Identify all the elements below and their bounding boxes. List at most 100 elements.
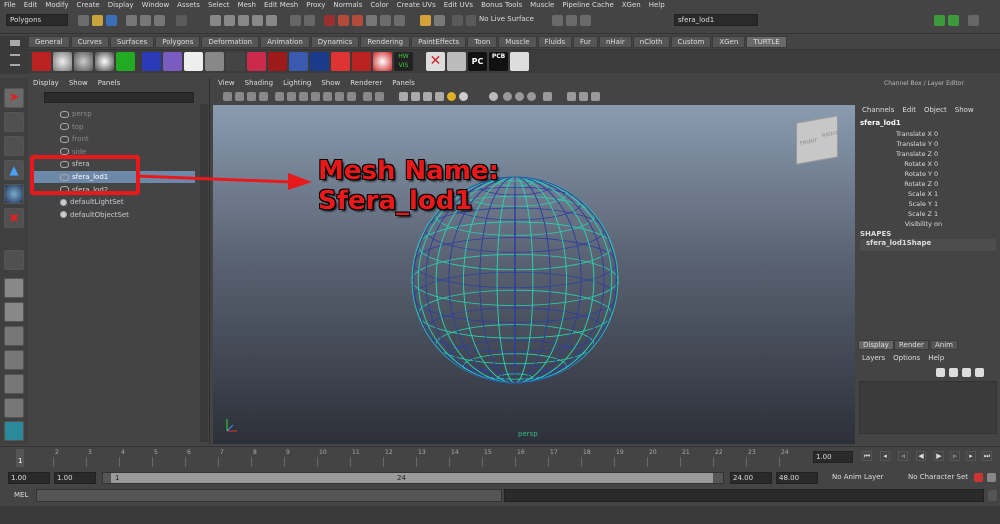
outliner-search-field[interactable] — [44, 92, 194, 103]
gate-mask-icon[interactable] — [311, 92, 320, 101]
motion-blur-icon[interactable] — [503, 92, 512, 101]
playback-end-field[interactable]: 24.00 — [730, 472, 772, 484]
menu-xgen[interactable]: XGen — [618, 0, 645, 12]
channel-value[interactable]: on — [932, 220, 960, 228]
channel-box-menu-channels[interactable]: Channels — [858, 106, 898, 114]
menu-window[interactable]: Window — [138, 0, 174, 12]
shelf-grid-blue-icon[interactable] — [142, 52, 161, 71]
auto-key-icon[interactable] — [974, 473, 983, 482]
shadows-icon[interactable] — [459, 92, 468, 101]
shelf-tab-painteffects[interactable]: PaintEffects — [411, 36, 467, 48]
last-tool-icon[interactable] — [4, 250, 24, 270]
hud-icon[interactable] — [567, 92, 576, 101]
shelf-pink-icon[interactable] — [247, 52, 266, 71]
shelf-dark-icon[interactable] — [226, 52, 245, 71]
layer-tab-anim[interactable]: Anim — [930, 340, 958, 350]
channel-row[interactable]: Scale Z1 — [860, 210, 960, 220]
snap-view-icon[interactable] — [252, 15, 263, 26]
wireframe-icon[interactable] — [363, 92, 372, 101]
playback-start-field[interactable]: 1.00 — [54, 472, 96, 484]
tool-settings-icon[interactable] — [948, 15, 959, 26]
menu-color[interactable]: Color — [366, 0, 392, 12]
shelf-dots-icon[interactable] — [184, 52, 203, 71]
safe-title-icon[interactable] — [347, 92, 356, 101]
shelf-sphere-shaded-icon[interactable] — [74, 52, 93, 71]
bookmark-icon[interactable] — [247, 92, 256, 101]
outliner-item-front[interactable]: front — [30, 133, 195, 145]
xray-components-icon[interactable] — [435, 92, 444, 101]
shelf-tab-xgen[interactable]: XGen — [712, 36, 746, 48]
construction-history-icon[interactable] — [304, 15, 315, 26]
shelf-pcb-icon[interactable]: PCB — [489, 52, 508, 71]
snap-grid-icon[interactable] — [210, 15, 221, 26]
shape-name[interactable]: sfera_lod1Shape — [860, 239, 996, 251]
anti-aliasing-icon[interactable] — [515, 92, 524, 101]
channel-value[interactable]: 0 — [932, 180, 960, 188]
channel-row[interactable]: Translate X0 — [860, 130, 960, 140]
channel-value[interactable]: 0 — [932, 160, 960, 168]
outliner-item-persp[interactable]: persp — [30, 108, 195, 120]
smooth-shade-icon[interactable] — [375, 92, 384, 101]
camera-select-icon[interactable] — [223, 92, 232, 101]
scale-tool-icon[interactable]: ✖ — [4, 208, 24, 228]
anim-layer-dropdown[interactable]: No Anim Layer — [830, 472, 900, 484]
range-slider[interactable]: 1 24 — [102, 472, 724, 484]
go-to-start-icon[interactable]: ⏮ — [862, 451, 872, 461]
character-set-dropdown[interactable]: No Character Set — [906, 472, 968, 484]
menu-bonus-tools[interactable]: Bonus Tools — [477, 0, 526, 12]
shelf-blue-icon[interactable] — [289, 52, 308, 71]
channel-row[interactable]: Translate Z0 — [860, 150, 960, 160]
menu-help[interactable]: Help — [645, 0, 669, 12]
go-to-end-icon[interactable]: ⏭ — [982, 451, 992, 461]
show-hud-icon[interactable] — [394, 15, 405, 26]
make-live-icon[interactable] — [434, 15, 445, 26]
viewport-menu-panels[interactable]: Panels — [387, 78, 420, 90]
channel-box-menu-object[interactable]: Object — [920, 106, 951, 114]
menu-modify[interactable]: Modify — [41, 0, 72, 12]
play-forward-icon[interactable]: ▶ — [934, 451, 944, 461]
shelf-tab-dynamics[interactable]: Dynamics — [310, 36, 360, 48]
channel-value[interactable]: 0 — [932, 130, 960, 138]
render-current-icon[interactable] — [338, 15, 349, 26]
shelf-tab-general[interactable]: General — [28, 36, 70, 48]
shelf-light-icon[interactable] — [373, 52, 392, 71]
channel-row[interactable]: Scale Y1 — [860, 200, 960, 210]
menu-select[interactable]: Select — [204, 0, 234, 12]
resolution-gate-icon[interactable] — [299, 92, 308, 101]
channel-box-toggle-icon[interactable] — [968, 15, 979, 26]
layer-menu-layers[interactable]: Layers — [858, 354, 889, 362]
animation-prefs-icon[interactable] — [987, 473, 996, 482]
script-editor-icon[interactable] — [988, 490, 997, 501]
render-settings-icon[interactable] — [366, 15, 377, 26]
new-layer-selected-icon[interactable] — [949, 368, 958, 377]
grease-pencil-icon[interactable] — [579, 92, 588, 101]
channel-box-menu-show[interactable]: Show — [951, 106, 978, 114]
outliner-scrollbar[interactable] — [200, 104, 208, 442]
menu-normals[interactable]: Normals — [329, 0, 366, 12]
shelf-menu-icon[interactable] — [10, 54, 20, 66]
object-name-field[interactable]: sfera_lod1 — [674, 14, 758, 26]
shelf-ball-icon[interactable] — [95, 52, 114, 71]
menu-proxy[interactable]: Proxy — [302, 0, 329, 12]
layout-single-icon[interactable] — [4, 278, 24, 298]
viewport-menu-shading[interactable]: Shading — [240, 78, 278, 90]
channel-value[interactable]: 1 — [932, 190, 960, 198]
image-plane-icon[interactable] — [259, 92, 268, 101]
snap-curve-icon[interactable] — [224, 15, 235, 26]
outliner-item-defaultobjectset[interactable]: defaultObjectSet — [30, 209, 195, 221]
shelf-tab-toon[interactable]: Toon — [467, 36, 498, 48]
channel-value[interactable]: 1 — [932, 210, 960, 218]
animation-end-field[interactable]: 48.00 — [776, 472, 818, 484]
channel-value[interactable]: 0 — [932, 150, 960, 158]
shelf-cubes-icon[interactable] — [205, 52, 224, 71]
step-forward-key-icon[interactable]: ▸ — [966, 451, 976, 461]
shelf-dark-blue-icon[interactable] — [310, 52, 329, 71]
history-icon[interactable] — [290, 15, 301, 26]
outliner-menu-display[interactable]: Display — [28, 78, 64, 90]
save-scene-icon[interactable] — [106, 15, 117, 26]
isolate-select-icon[interactable] — [399, 92, 408, 101]
shelf-sphere-icon[interactable] — [53, 52, 72, 71]
shelf-tab-muscle[interactable]: Muscle — [498, 36, 537, 48]
command-input[interactable] — [36, 489, 502, 502]
xray-icon[interactable] — [411, 92, 420, 101]
